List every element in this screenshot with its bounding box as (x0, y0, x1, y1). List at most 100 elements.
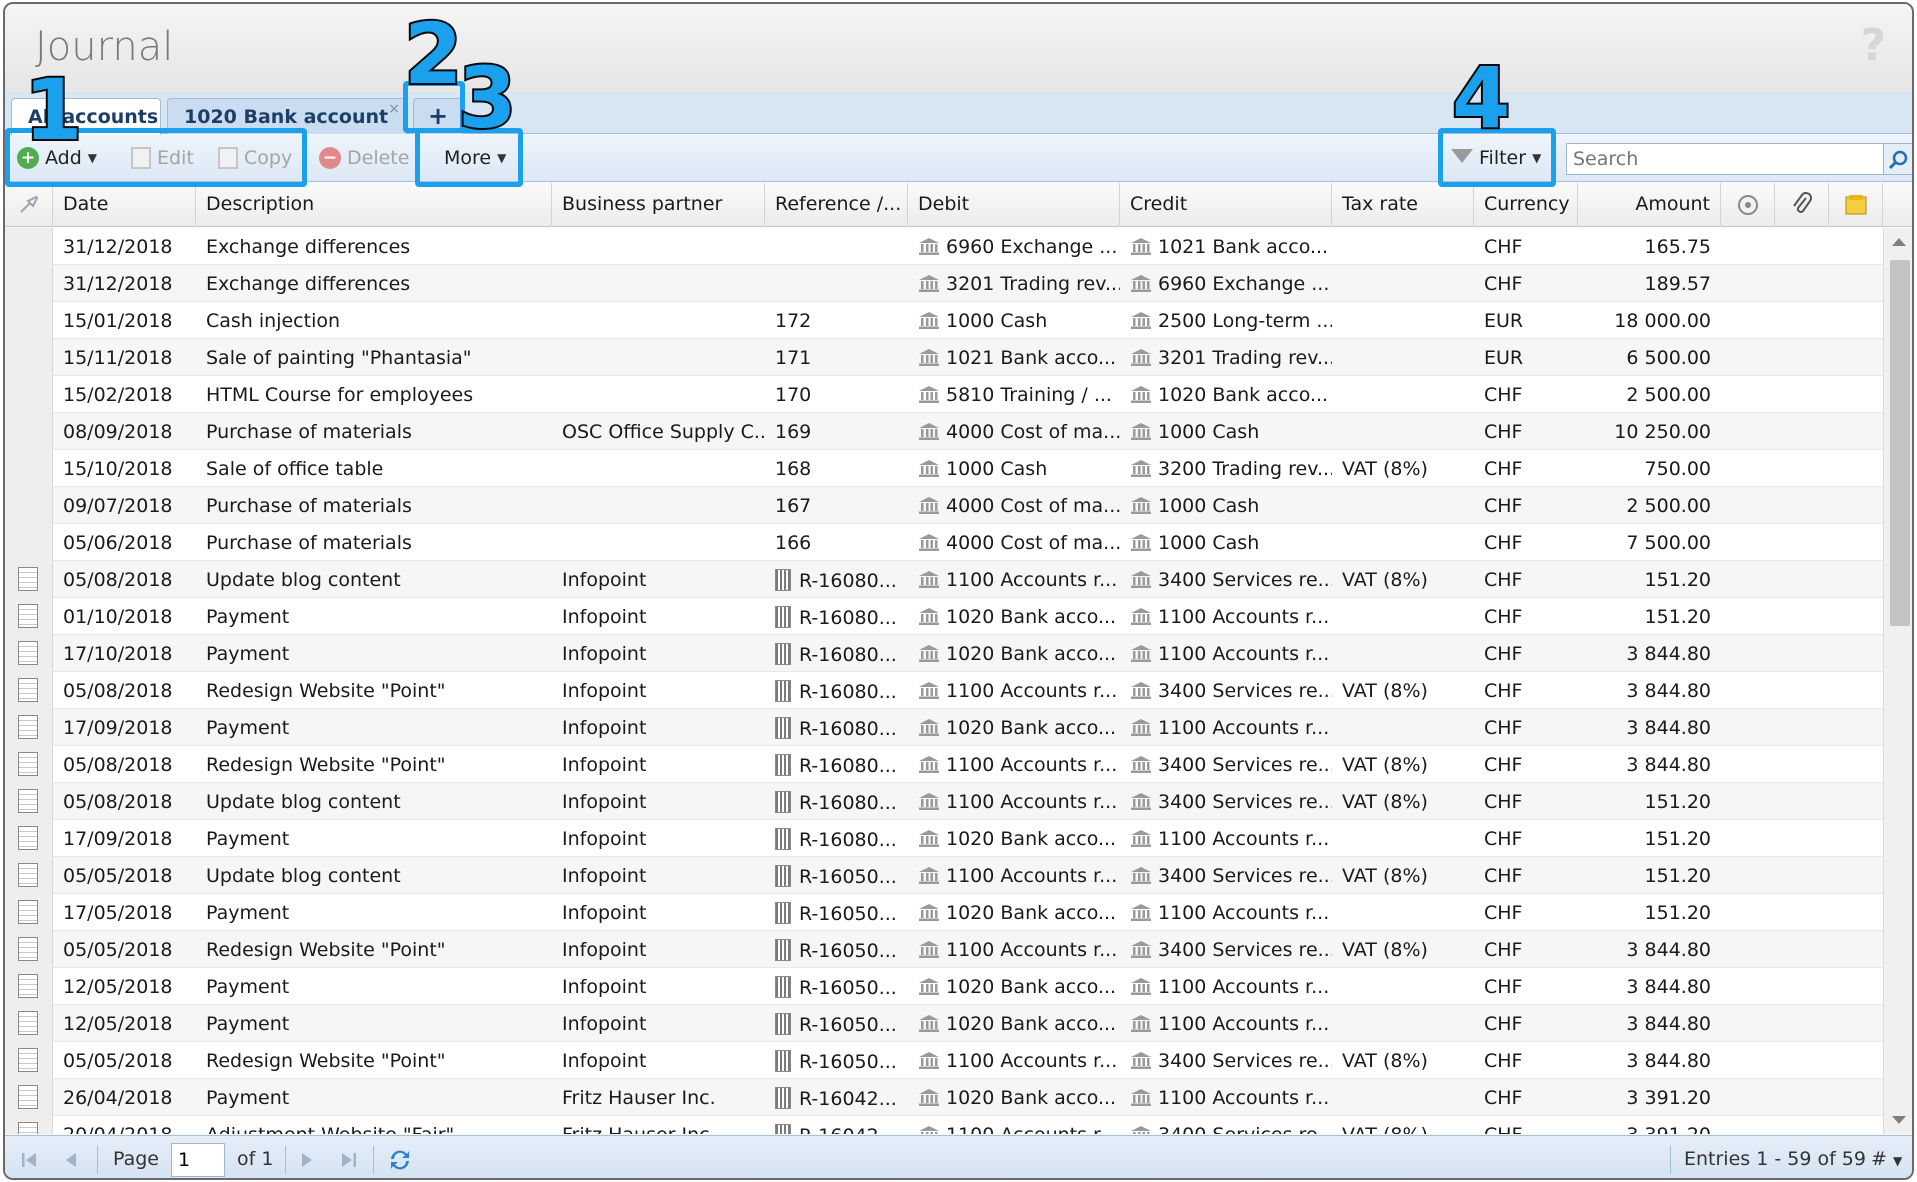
document-icon[interactable] (18, 974, 38, 998)
column-business-partner[interactable]: Business partner (552, 183, 765, 227)
previous-page-icon[interactable] (61, 1150, 81, 1170)
row-selector[interactable] (5, 635, 53, 672)
table-row[interactable]: 15/10/2018 Sale of office table 168 1000 Ca… (5, 450, 1883, 487)
row-selector[interactable] (5, 1042, 53, 1079)
more-button[interactable]: More ▼ (444, 143, 506, 173)
row-selector[interactable] (5, 561, 53, 598)
search-button[interactable] (1883, 143, 1912, 175)
document-icon[interactable] (18, 567, 38, 591)
document-icon[interactable] (18, 1122, 38, 1134)
table-row[interactable]: 05/05/2018 Redesign Website "Point" Infopo… (5, 1042, 1883, 1079)
document-icon[interactable] (18, 752, 38, 776)
document-icon[interactable] (18, 1048, 38, 1072)
table-row[interactable]: 15/11/2018 Sale of painting "Phantasia" 17… (5, 339, 1883, 376)
document-icon[interactable] (18, 715, 38, 739)
row-selector[interactable] (5, 450, 53, 487)
table-row[interactable]: 01/10/2018 Payment Infopoint R-16080... 1020… (5, 598, 1883, 635)
row-selector[interactable] (5, 413, 53, 450)
row-selector[interactable] (5, 672, 53, 709)
row-selector[interactable] (5, 1005, 53, 1042)
table-row[interactable]: 31/12/2018 Exchange differences 3201 Tradi… (5, 265, 1883, 302)
vertical-scrollbar[interactable] (1883, 228, 1912, 1134)
scrollbar-thumb[interactable] (1890, 260, 1910, 626)
table-row[interactable]: 12/05/2018 Payment Infopoint R-16050... 1020… (5, 968, 1883, 1005)
filter-button[interactable]: Filter ▼ (1451, 143, 1541, 173)
document-icon[interactable] (18, 826, 38, 850)
table-row[interactable]: 05/08/2018 Redesign Website "Point" Infopo… (5, 746, 1883, 783)
refresh-icon[interactable] (387, 1147, 413, 1173)
document-icon[interactable] (18, 1011, 38, 1035)
table-row[interactable]: 05/05/2018 Update blog content Infopoint R-… (5, 857, 1883, 894)
row-selector[interactable] (5, 709, 53, 746)
table-row[interactable]: 20/04/2018 Adjustment Website "Fair" Fritz… (5, 1116, 1883, 1134)
row-selector[interactable] (5, 1116, 53, 1134)
row-selector[interactable] (5, 524, 53, 561)
row-selector[interactable] (5, 1079, 53, 1116)
document-icon[interactable] (18, 1085, 38, 1109)
tab-1020-bank-account[interactable]: 1020 Bank account × (167, 98, 407, 134)
document-icon[interactable] (18, 900, 38, 924)
edit-button[interactable]: Edit (131, 143, 194, 173)
column-debit[interactable]: Debit (908, 183, 1120, 227)
table-row[interactable]: 05/06/2018 Purchase of materials 166 4000 C… (5, 524, 1883, 561)
page-number-input[interactable] (171, 1143, 225, 1177)
document-icon[interactable] (18, 789, 38, 813)
row-selector[interactable] (5, 783, 53, 820)
table-row[interactable]: 05/08/2018 Update blog content Infopoint R-… (5, 561, 1883, 598)
column-amount[interactable]: Amount (1578, 183, 1721, 227)
next-page-icon[interactable] (297, 1150, 317, 1170)
table-row[interactable]: 08/09/2018 Purchase of materials OSC Offic… (5, 413, 1883, 450)
table-row[interactable]: 17/09/2018 Payment Infopoint R-16080... 1020… (5, 709, 1883, 746)
row-selector[interactable] (5, 857, 53, 894)
table-row[interactable]: 26/04/2018 Payment Fritz Hauser Inc. R-1604… (5, 1079, 1883, 1116)
row-selector[interactable] (5, 265, 53, 302)
column-description[interactable]: Description (196, 183, 552, 227)
column-note[interactable] (1829, 183, 1883, 227)
close-icon[interactable]: × (388, 101, 400, 117)
first-page-icon[interactable] (19, 1150, 39, 1170)
table-row[interactable]: 05/05/2018 Redesign Website "Point" Infopo… (5, 931, 1883, 968)
chevron-down-icon[interactable]: ▼ (88, 151, 97, 165)
row-selector[interactable] (5, 894, 53, 931)
document-icon[interactable] (18, 641, 38, 665)
table-row[interactable]: 17/09/2018 Payment Infopoint R-16080... 1020… (5, 820, 1883, 857)
select-all-header[interactable] (5, 183, 53, 227)
copy-button[interactable]: Copy (218, 143, 292, 173)
question-icon[interactable]: ? (1860, 20, 1886, 71)
column-reference[interactable]: Reference /... (765, 183, 908, 227)
table-row[interactable]: 17/05/2018 Payment Infopoint R-16050... 1020… (5, 894, 1883, 931)
table-row[interactable]: 31/12/2018 Exchange differences 6960 Excha… (5, 228, 1883, 265)
last-page-icon[interactable] (339, 1150, 359, 1170)
document-icon[interactable] (18, 604, 38, 628)
scroll-down-icon[interactable] (1892, 1116, 1906, 1124)
row-selector[interactable] (5, 746, 53, 783)
row-selector[interactable] (5, 228, 53, 265)
table-row[interactable]: 05/08/2018 Update blog content Infopoint R-… (5, 783, 1883, 820)
document-icon[interactable] (18, 937, 38, 961)
table-row[interactable]: 09/07/2018 Purchase of materials 167 4000 C… (5, 487, 1883, 524)
document-icon[interactable] (18, 678, 38, 702)
table-row[interactable]: 15/01/2018 Cash injection 172 1000 Cash 2500… (5, 302, 1883, 339)
add-tab-button[interactable]: + (413, 98, 463, 134)
row-selector[interactable] (5, 968, 53, 1005)
delete-button[interactable]: − Delete (319, 143, 409, 173)
row-selector[interactable] (5, 820, 53, 857)
column-currency[interactable]: Currency (1474, 183, 1578, 227)
table-row[interactable]: 17/10/2018 Payment Infopoint R-16080... 1020… (5, 635, 1883, 672)
table-row[interactable]: 12/05/2018 Payment Infopoint R-16050... 1020… (5, 1005, 1883, 1042)
row-selector[interactable] (5, 598, 53, 635)
column-date[interactable]: Date (53, 183, 196, 227)
search-input[interactable] (1566, 143, 1884, 175)
row-selector[interactable] (5, 302, 53, 339)
table-row[interactable]: 05/08/2018 Redesign Website "Point" Infopo… (5, 672, 1883, 709)
row-selector[interactable] (5, 931, 53, 968)
document-icon[interactable] (18, 863, 38, 887)
table-row[interactable]: 15/02/2018 HTML Course for employees 170 58… (5, 376, 1883, 413)
row-selector[interactable] (5, 376, 53, 413)
column-credit[interactable]: Credit (1120, 183, 1332, 227)
row-selector[interactable] (5, 339, 53, 376)
column-tax-rate[interactable]: Tax rate (1332, 183, 1474, 227)
column-options-button[interactable]: # ▼ (1871, 1148, 1902, 1170)
column-attachment[interactable] (1775, 183, 1829, 227)
scroll-up-icon[interactable] (1892, 238, 1906, 246)
